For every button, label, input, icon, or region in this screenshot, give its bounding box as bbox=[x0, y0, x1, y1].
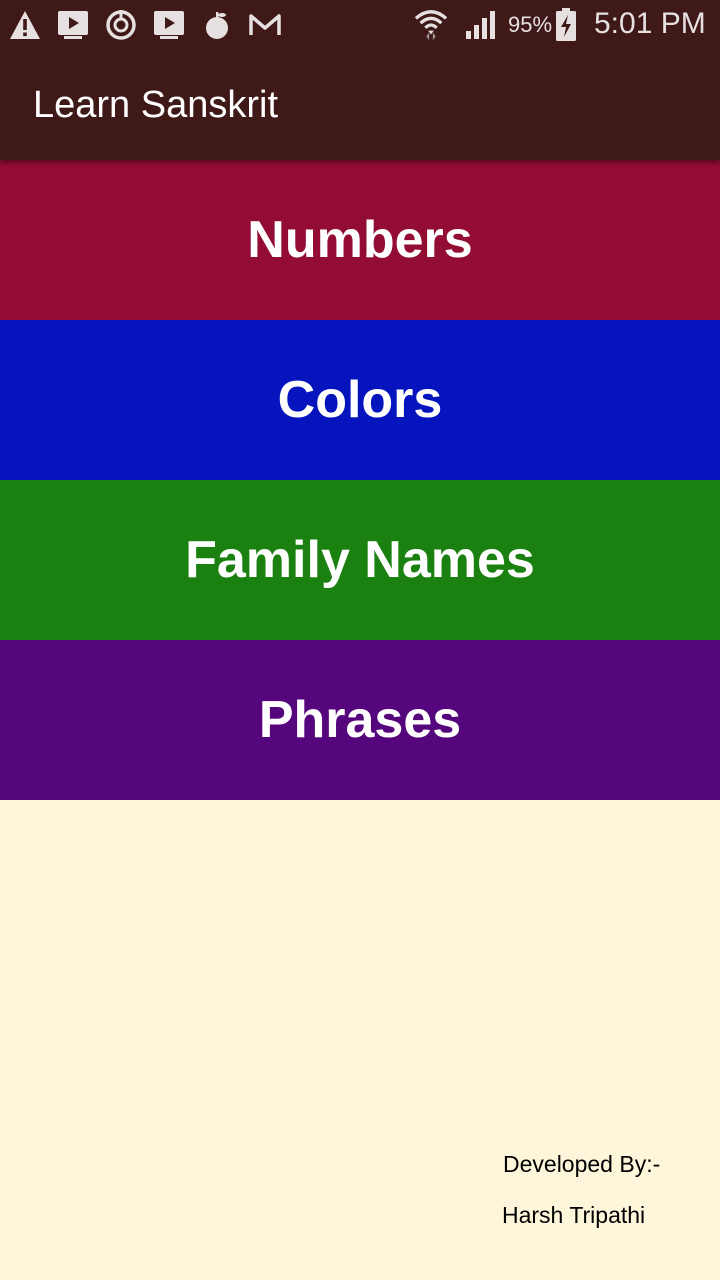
category-numbers[interactable]: Numbers bbox=[0, 160, 720, 320]
fruit-icon bbox=[200, 8, 234, 42]
wifi-icon bbox=[414, 8, 448, 42]
battery-icon bbox=[554, 8, 578, 42]
category-colors-label: Colors bbox=[277, 371, 443, 429]
category-family-names-label: Family Names bbox=[185, 531, 535, 589]
sync-icon bbox=[104, 8, 138, 42]
status-bar: 95% 5:01 PM bbox=[0, 0, 720, 50]
category-numbers-label: Numbers bbox=[247, 211, 473, 269]
status-time: 5:01 PM bbox=[594, 7, 706, 40]
category-phrases[interactable]: Phrases bbox=[0, 640, 720, 800]
video-icon bbox=[56, 8, 90, 42]
app-title: Learn Sanskrit bbox=[33, 84, 279, 126]
gmail-icon bbox=[248, 8, 282, 42]
developed-by-label: Developed By:- bbox=[503, 1151, 661, 1177]
app-bar: Learn Sanskrit bbox=[0, 50, 720, 160]
warning-icon bbox=[8, 8, 42, 42]
category-phrases-label: Phrases bbox=[258, 691, 462, 749]
battery-percent: 95% bbox=[508, 12, 553, 37]
developer-name: Harsh Tripathi bbox=[502, 1202, 646, 1228]
category-family-names[interactable]: Family Names bbox=[0, 480, 720, 640]
signal-icon bbox=[464, 8, 498, 42]
category-colors[interactable]: Colors bbox=[0, 320, 720, 480]
tv-icon bbox=[152, 8, 186, 42]
